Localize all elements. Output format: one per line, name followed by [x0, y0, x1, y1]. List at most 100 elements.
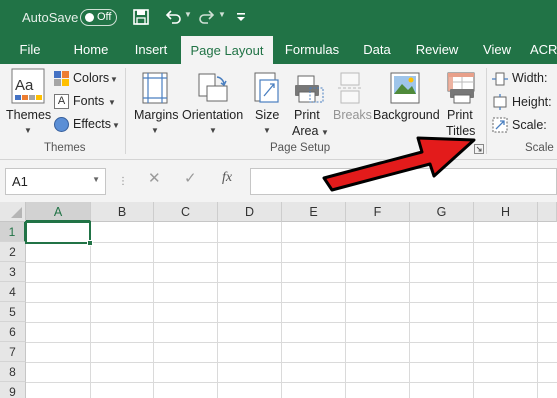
insert-function-icon[interactable]: fx: [222, 170, 232, 186]
margins-dropdown-icon: ▼: [151, 126, 159, 135]
orientation-button[interactable]: Orientation ▼: [181, 68, 245, 138]
grid-line: [473, 222, 474, 398]
tab-acrobat[interactable]: ACR: [530, 36, 557, 64]
column-header-h[interactable]: H: [474, 202, 538, 222]
row-header-5[interactable]: 5: [0, 302, 26, 322]
print-area-button[interactable]: Print Area ▼: [288, 68, 329, 138]
select-all-button[interactable]: [0, 202, 26, 222]
width-control[interactable]: Width:: [492, 70, 557, 90]
height-label: Height:: [512, 95, 552, 109]
column-header-partial[interactable]: [538, 202, 557, 222]
undo-icon[interactable]: [162, 6, 184, 28]
row-header-7[interactable]: 7: [0, 342, 26, 362]
tab-view[interactable]: View: [474, 36, 520, 64]
name-box-dropdown-icon[interactable]: ▼: [92, 175, 100, 184]
active-cell-a1[interactable]: [25, 221, 91, 244]
effects-icon: [54, 117, 69, 132]
grid-line: [26, 322, 557, 323]
fonts-button[interactable]: A Fonts ▼: [54, 93, 118, 113]
effects-label: Effects: [73, 117, 111, 131]
effects-button[interactable]: Effects ▼: [54, 116, 120, 136]
breaks-label: Breaks: [333, 108, 372, 122]
worksheet-grid[interactable]: A B C D E F G H 1 2 3 4 5 6 7 8 9: [0, 202, 557, 398]
row-header-8[interactable]: 8: [0, 362, 26, 382]
grid-line: [26, 262, 557, 263]
ribbon-tabs: File Home Insert Page Layout Formulas Da…: [0, 36, 557, 64]
row-header-6[interactable]: 6: [0, 322, 26, 342]
annotation-arrow-icon: [322, 136, 476, 192]
select-all-icon: [11, 207, 22, 218]
width-label: Width:: [512, 71, 548, 85]
tab-review[interactable]: Review: [408, 36, 466, 64]
customize-qat-icon[interactable]: [230, 6, 252, 28]
themes-icon: Aa: [11, 68, 45, 104]
tab-formulas[interactable]: Formulas: [279, 36, 345, 64]
effects-dropdown-icon: ▼: [112, 121, 120, 130]
cancel-icon[interactable]: ✕: [148, 169, 161, 187]
grid-line: [90, 222, 91, 398]
fonts-icon: A: [54, 94, 69, 109]
enter-icon[interactable]: ✓: [184, 169, 197, 187]
grid-line: [281, 222, 282, 398]
size-dropdown-icon: ▼: [263, 126, 271, 135]
grid-line: [26, 382, 557, 383]
colors-dropdown-icon: ▼: [110, 75, 118, 84]
name-box-value: A1: [12, 174, 28, 189]
tab-page-layout[interactable]: Page Layout: [181, 36, 273, 64]
autosave-label: AutoSave: [22, 10, 79, 25]
autosave-toggle[interactable]: Off: [80, 9, 117, 26]
row-header-9[interactable]: 9: [0, 382, 26, 398]
size-icon: [254, 72, 279, 103]
row-header-4[interactable]: 4: [0, 282, 26, 302]
breaks-icon: [338, 72, 362, 104]
column-header-d[interactable]: D: [218, 202, 282, 222]
row-header-1[interactable]: 1: [0, 222, 26, 242]
print-titles-button[interactable]: Print Titles: [442, 68, 482, 138]
print-area-icon: [295, 75, 324, 103]
colors-icon: [54, 71, 69, 86]
colors-button[interactable]: Colors ▼: [54, 70, 118, 90]
undo-dropdown-icon[interactable]: ▼: [184, 10, 192, 19]
tab-insert[interactable]: Insert: [124, 36, 178, 64]
redo-icon[interactable]: [196, 6, 218, 28]
background-button[interactable]: Background: [372, 68, 440, 138]
themes-label: Themes: [6, 108, 52, 122]
tab-home[interactable]: Home: [62, 36, 120, 64]
size-button[interactable]: Size ▼: [250, 68, 284, 138]
svg-text:Aa: Aa: [15, 77, 34, 94]
column-header-f[interactable]: F: [346, 202, 410, 222]
height-control[interactable]: Height:: [492, 93, 557, 113]
breaks-button[interactable]: Breaks: [332, 68, 372, 138]
row-header-3[interactable]: 3: [0, 262, 26, 282]
fill-handle[interactable]: [87, 240, 93, 246]
tab-data[interactable]: Data: [355, 36, 399, 64]
print-area-label-line2: Area: [292, 124, 319, 138]
name-box[interactable]: A1 ▼: [5, 168, 106, 195]
tab-file[interactable]: File: [8, 36, 52, 64]
scale-control[interactable]: Scale:: [492, 116, 557, 136]
column-header-a[interactable]: A: [26, 202, 91, 222]
orientation-icon: [198, 73, 228, 102]
column-header-g[interactable]: G: [410, 202, 474, 222]
orientation-label: Orientation: [182, 108, 244, 122]
redo-dropdown-icon[interactable]: ▼: [218, 10, 226, 19]
orientation-dropdown-icon: ▼: [209, 126, 217, 135]
formula-bar-grip-icon[interactable]: ⋮: [118, 176, 128, 187]
save-icon[interactable]: [130, 6, 152, 28]
group-separator: [486, 68, 487, 154]
margins-button[interactable]: Margins ▼: [130, 68, 180, 138]
grid-line: [217, 222, 218, 398]
column-header-c[interactable]: C: [154, 202, 218, 222]
margins-label: Margins: [134, 108, 179, 122]
print-titles-label-line1: Print: [447, 108, 473, 122]
scale-label: Scale:: [512, 118, 547, 132]
background-icon: [390, 72, 420, 104]
print-titles-icon: [447, 72, 475, 104]
column-header-b[interactable]: B: [91, 202, 154, 222]
column-header-e[interactable]: E: [282, 202, 346, 222]
themes-group-label: Themes: [44, 142, 86, 154]
themes-button[interactable]: Aa Themes ▼: [4, 68, 52, 138]
grid-line: [26, 342, 557, 343]
grid-line: [537, 222, 538, 398]
row-header-2[interactable]: 2: [0, 242, 26, 262]
